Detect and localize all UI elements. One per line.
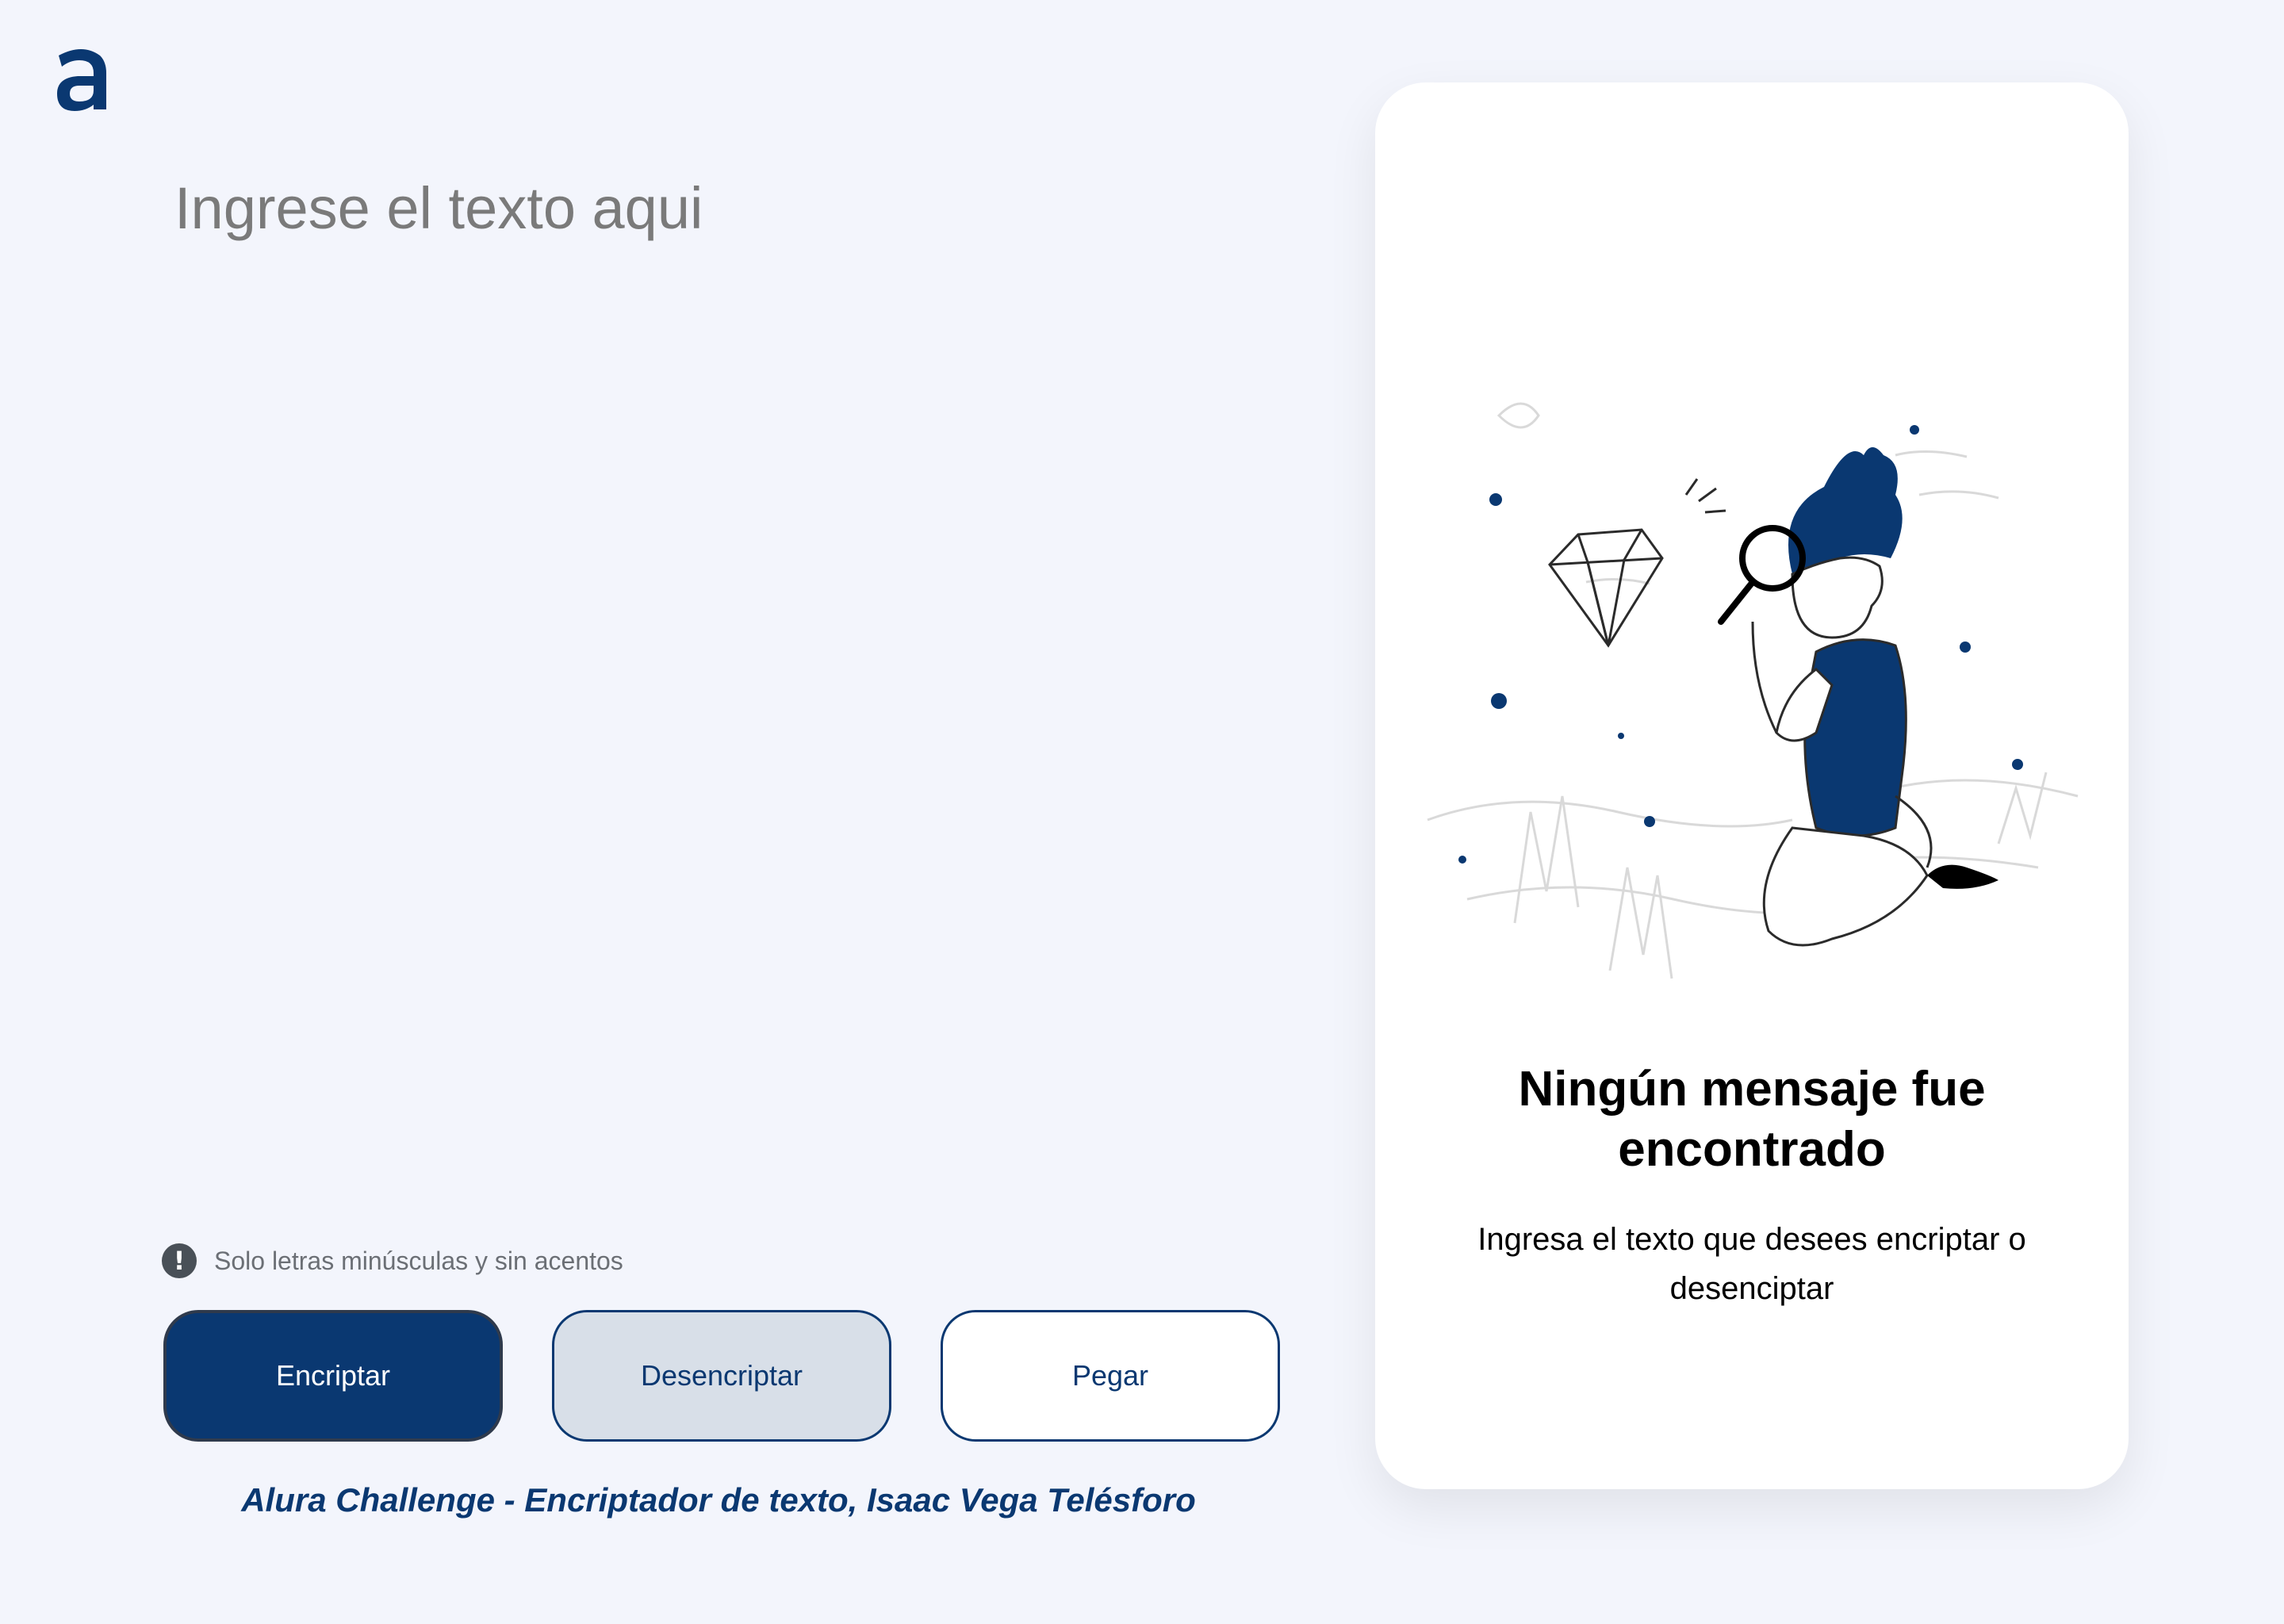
output-panel: Ningún mensaje fue encontrado Ingresa el… bbox=[1375, 82, 2129, 1489]
footer-credit: Alura Challenge - Encriptador de texto, … bbox=[241, 1481, 1196, 1519]
no-message-description: Ingresa el texto que desees encriptar o … bbox=[1477, 1222, 2026, 1306]
paste-button[interactable]: Pegar bbox=[941, 1310, 1280, 1442]
decrypt-button[interactable]: Desencriptar bbox=[552, 1310, 891, 1442]
text-input[interactable] bbox=[174, 174, 1237, 1182]
exclamation-circle-icon: ! bbox=[162, 1243, 197, 1278]
input-hint: ! Solo letras minúsculas y sin acentos bbox=[162, 1243, 623, 1278]
encrypt-button[interactable]: Encriptar bbox=[163, 1310, 503, 1442]
hint-text: Solo letras minúsculas y sin acentos bbox=[214, 1246, 623, 1275]
no-message-title: Ningún mensaje fue encontrado bbox=[1518, 1062, 1986, 1177]
alura-logo-icon bbox=[57, 49, 106, 111]
person-with-magnifying-glass-illustration bbox=[1427, 402, 2079, 979]
